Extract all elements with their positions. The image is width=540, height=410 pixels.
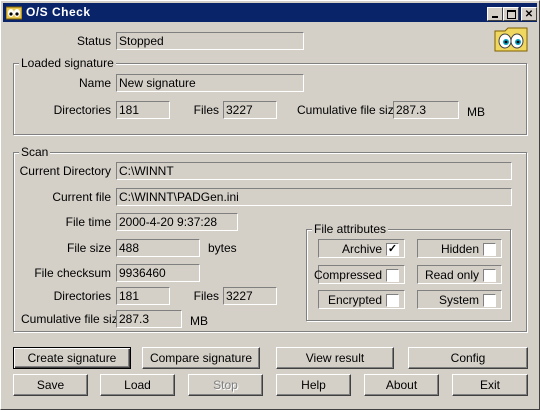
minimize-button[interactable] [487, 7, 503, 21]
sig-files-field: 3227 [223, 101, 277, 119]
encrypted-attribute: Encrypted [318, 290, 405, 309]
maximize-icon [506, 9, 516, 19]
archive-attribute: Archive ✓ [318, 239, 405, 258]
save-button[interactable]: Save [13, 374, 88, 396]
sig-name-field: New signature [116, 74, 304, 92]
maximize-button[interactable] [503, 7, 519, 21]
hidden-attribute: Hidden [417, 239, 502, 258]
file-size-unit: bytes [208, 241, 237, 255]
window-title: O/S Check [26, 5, 91, 19]
sig-cumulative-unit: MB [467, 105, 485, 119]
current-directory-field: C:\WINNT [116, 162, 512, 180]
current-file-field: C:\WINNT\PADGen.ini [116, 188, 512, 206]
load-button[interactable]: Load [100, 374, 175, 396]
file-size-field: 488 [116, 239, 200, 257]
hidden-label: Hidden [440, 242, 479, 256]
view-result-button[interactable]: View result [276, 347, 394, 369]
sig-files-label: Files [193, 103, 219, 117]
system-attribute: System [417, 290, 502, 309]
compressed-label: Compressed [313, 268, 382, 282]
current-file-label: Current file [52, 190, 111, 204]
file-attributes-title: File attributes [312, 222, 389, 236]
status-label: Status [76, 34, 111, 48]
loaded-signature-title: Loaded signature [19, 56, 116, 70]
read-only-attribute: Read only [417, 265, 502, 284]
file-time-label: File time [65, 215, 111, 229]
scan-cumulative-field: 287.3 [116, 310, 182, 328]
create-signature-button[interactable]: Create signature [13, 347, 131, 369]
eyes-icon [6, 6, 22, 20]
sig-directories-label: Directories [53, 103, 111, 117]
archive-checkbox[interactable]: ✓ [386, 243, 399, 256]
compare-signature-button[interactable]: Compare signature [142, 347, 260, 369]
encrypted-label: Encrypted [327, 293, 382, 307]
sig-name-label: Name [78, 76, 111, 90]
scan-files-field: 3227 [223, 287, 277, 305]
compressed-checkbox[interactable] [386, 269, 399, 282]
file-checksum-field: 9936460 [116, 264, 200, 282]
scan-directories-label: Directories [53, 289, 111, 303]
about-button[interactable]: About [364, 374, 439, 396]
sig-directories-field: 181 [116, 101, 170, 119]
hidden-checkbox[interactable] [483, 243, 496, 256]
close-button[interactable]: ✕ [521, 7, 537, 21]
eyes-folder-icon [494, 27, 528, 52]
scan-directories-field: 181 [116, 287, 170, 305]
scan-title: Scan [19, 145, 51, 159]
file-size-label: File size [66, 241, 111, 255]
scan-files-label: Files [193, 289, 219, 303]
file-time-field: 2000-4-20 9:37:28 [116, 213, 238, 231]
compressed-attribute: Compressed [314, 265, 405, 284]
scan-cumulative-unit: MB [190, 314, 208, 328]
current-directory-label: Current Directory [19, 164, 111, 178]
system-label: System [438, 293, 479, 307]
sig-cumulative-field: 287.3 [393, 101, 459, 119]
scan-cumulative-label: Cumulative file size [21, 312, 125, 326]
os-check-window: O/S Check ✕ Status Stopped Loaded signat… [0, 0, 540, 410]
help-button[interactable]: Help [276, 374, 351, 396]
read-only-label: Read only [424, 268, 479, 282]
archive-label: Archive [341, 242, 382, 256]
sig-cumulative-label: Cumulative file size [297, 103, 401, 117]
system-checkbox[interactable] [483, 294, 496, 307]
exit-button[interactable]: Exit [452, 374, 528, 396]
status-field: Stopped [116, 32, 304, 50]
title-bar[interactable]: O/S Check ✕ [3, 3, 537, 22]
config-button[interactable]: Config [408, 347, 528, 369]
stop-button[interactable]: Stop [188, 374, 263, 396]
read-only-checkbox[interactable] [483, 269, 496, 282]
encrypted-checkbox[interactable] [386, 294, 399, 307]
file-checksum-label: File checksum [34, 266, 111, 280]
close-icon: ✕ [524, 8, 534, 20]
minimize-icon [492, 16, 498, 18]
